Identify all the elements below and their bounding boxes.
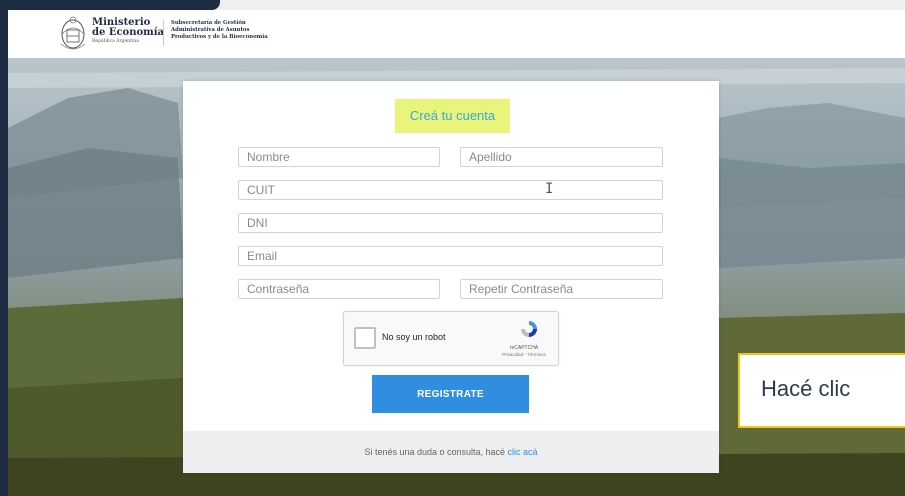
caption-text: Hacé clic [761, 376, 851, 401]
recaptcha-widget: No soy un robot reCAPTCHA Privacidad - T… [343, 311, 559, 366]
register-card: Creá tu cuenta I No soy un robot reCAPTC… [183, 81, 719, 473]
ministry-logo-text: Ministerio de Economía República Argenti… [92, 18, 164, 45]
subsecretaria-line2: Administrativa de Asuntos [171, 27, 250, 33]
recaptcha-terms[interactable]: Privacidad - Términos [494, 352, 554, 357]
site-header: Ministerio de Economía República Argenti… [8, 10, 905, 59]
footer-help-link[interactable]: clic acá [508, 447, 538, 457]
ministry-line3: República Argentina [92, 39, 139, 44]
ministry-line2: de Economía [92, 27, 165, 38]
footer-text: Si tenés una duda o consulta, hacé [364, 447, 508, 457]
apellido-field[interactable] [460, 147, 663, 167]
coat-of-arms-icon [60, 16, 86, 50]
header-divider [163, 20, 164, 46]
top-strip [0, 0, 905, 10]
repeat-password-field[interactable] [460, 279, 663, 299]
subsecretaria-text: Subsecretaría de Gestión Administrativa … [171, 20, 268, 41]
recaptcha-logo-icon [521, 321, 537, 337]
cuit-field[interactable] [238, 180, 663, 200]
subsecretaria-line1: Subsecretaría de Gestión [171, 20, 246, 26]
email-field[interactable] [238, 246, 663, 266]
subsecretaria-line3: Productivos y de la Bioeconomía [171, 34, 268, 40]
card-footer: Si tenés una duda o consulta, hacé clic … [183, 431, 719, 473]
recaptcha-checkbox[interactable] [354, 327, 376, 349]
recaptcha-label: No soy un robot [382, 332, 446, 342]
top-strip-dark [0, 0, 220, 10]
password-field[interactable] [238, 279, 440, 299]
register-button[interactable]: REGISTRATE [372, 375, 529, 413]
text-cursor-icon: I [545, 181, 554, 197]
recaptcha-brand: reCAPTCHA [509, 345, 539, 351]
left-bar [0, 0, 8, 496]
tutorial-caption: Hacé clic [738, 353, 905, 428]
dni-field[interactable] [238, 213, 663, 233]
form-title: Creá tu cuenta [409, 108, 496, 123]
nombre-field[interactable] [238, 147, 440, 167]
